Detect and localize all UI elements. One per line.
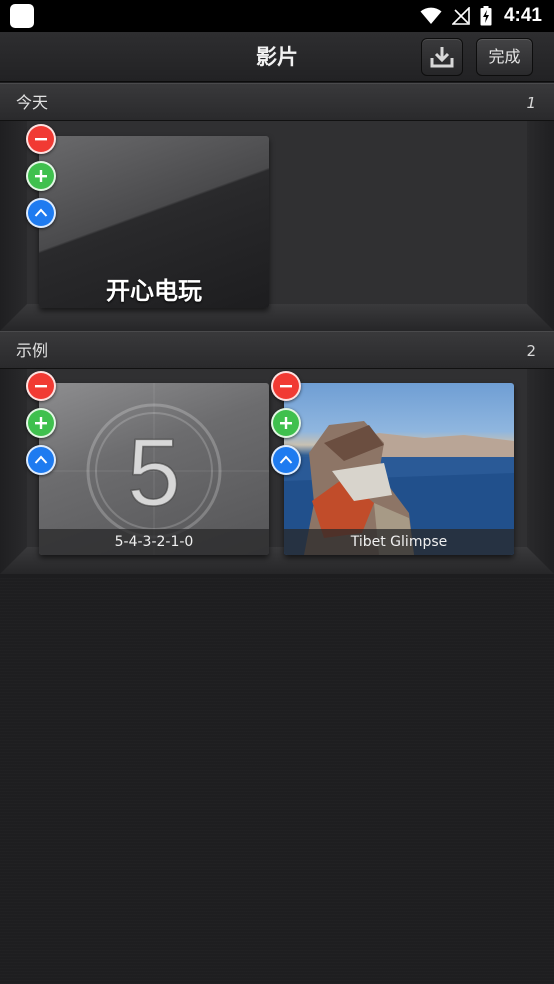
video-caption: 5-4-3-2-1-0 — [39, 529, 269, 555]
empty-library-area — [0, 578, 554, 984]
download-tray-icon — [430, 47, 454, 68]
share-button[interactable] — [26, 445, 56, 475]
add-button[interactable] — [271, 408, 301, 438]
shelf-side — [527, 121, 554, 331]
video-title: 开心电玩 — [106, 277, 202, 305]
chevron-up-icon — [34, 455, 48, 464]
video-card[interactable]: 5 5-4-3-2-1-0 — [39, 383, 269, 555]
shelf-side — [0, 369, 27, 574]
add-button[interactable] — [26, 408, 56, 438]
shelf-floor — [0, 304, 554, 331]
wifi-icon — [420, 7, 442, 24]
section-title: 示例 — [16, 341, 49, 360]
section-title: 今天 — [16, 93, 49, 112]
share-button[interactable] — [26, 198, 56, 228]
minus-icon — [35, 385, 47, 388]
done-button[interactable]: 完成 — [476, 38, 533, 76]
shelf-examples: 5 5-4-3-2-1-0 Tibet Glimpse — [0, 369, 554, 574]
plus-icon — [280, 417, 292, 429]
section-header-today: 今天 1 — [0, 83, 554, 121]
status-time: 4:41 — [503, 5, 542, 26]
download-button[interactable] — [421, 38, 463, 76]
chevron-up-icon — [279, 455, 293, 464]
delete-button[interactable] — [271, 371, 301, 401]
page-title: 影片 — [256, 45, 298, 69]
video-caption: Tibet Glimpse — [284, 529, 514, 555]
section-header-examples: 示例 2 — [0, 331, 554, 369]
share-button[interactable] — [271, 445, 301, 475]
video-card[interactable]: Tibet Glimpse — [284, 383, 514, 555]
shelf-side — [0, 121, 27, 331]
shelf-side — [527, 369, 554, 574]
plus-icon — [35, 417, 47, 429]
battery-charging-icon — [480, 6, 492, 26]
minus-icon — [280, 385, 292, 388]
chevron-up-icon — [34, 208, 48, 217]
status-bar: 4:41 — [0, 0, 554, 32]
video-card[interactable]: 开心电玩 — [39, 136, 269, 308]
add-button[interactable] — [26, 161, 56, 191]
shelf-today: 开心电玩 — [0, 121, 554, 331]
title-bar: 影片 完成 — [0, 32, 554, 82]
plus-icon — [35, 170, 47, 182]
minus-icon — [35, 138, 47, 141]
section-count: 1 — [526, 94, 536, 112]
notification-icon — [10, 4, 34, 28]
status-icons: 4:41 — [420, 0, 542, 32]
delete-button[interactable] — [26, 371, 56, 401]
section-count: 2 — [526, 342, 536, 360]
no-signal-icon — [451, 7, 470, 25]
countdown-number: 5 — [127, 419, 180, 526]
delete-button[interactable] — [26, 124, 56, 154]
